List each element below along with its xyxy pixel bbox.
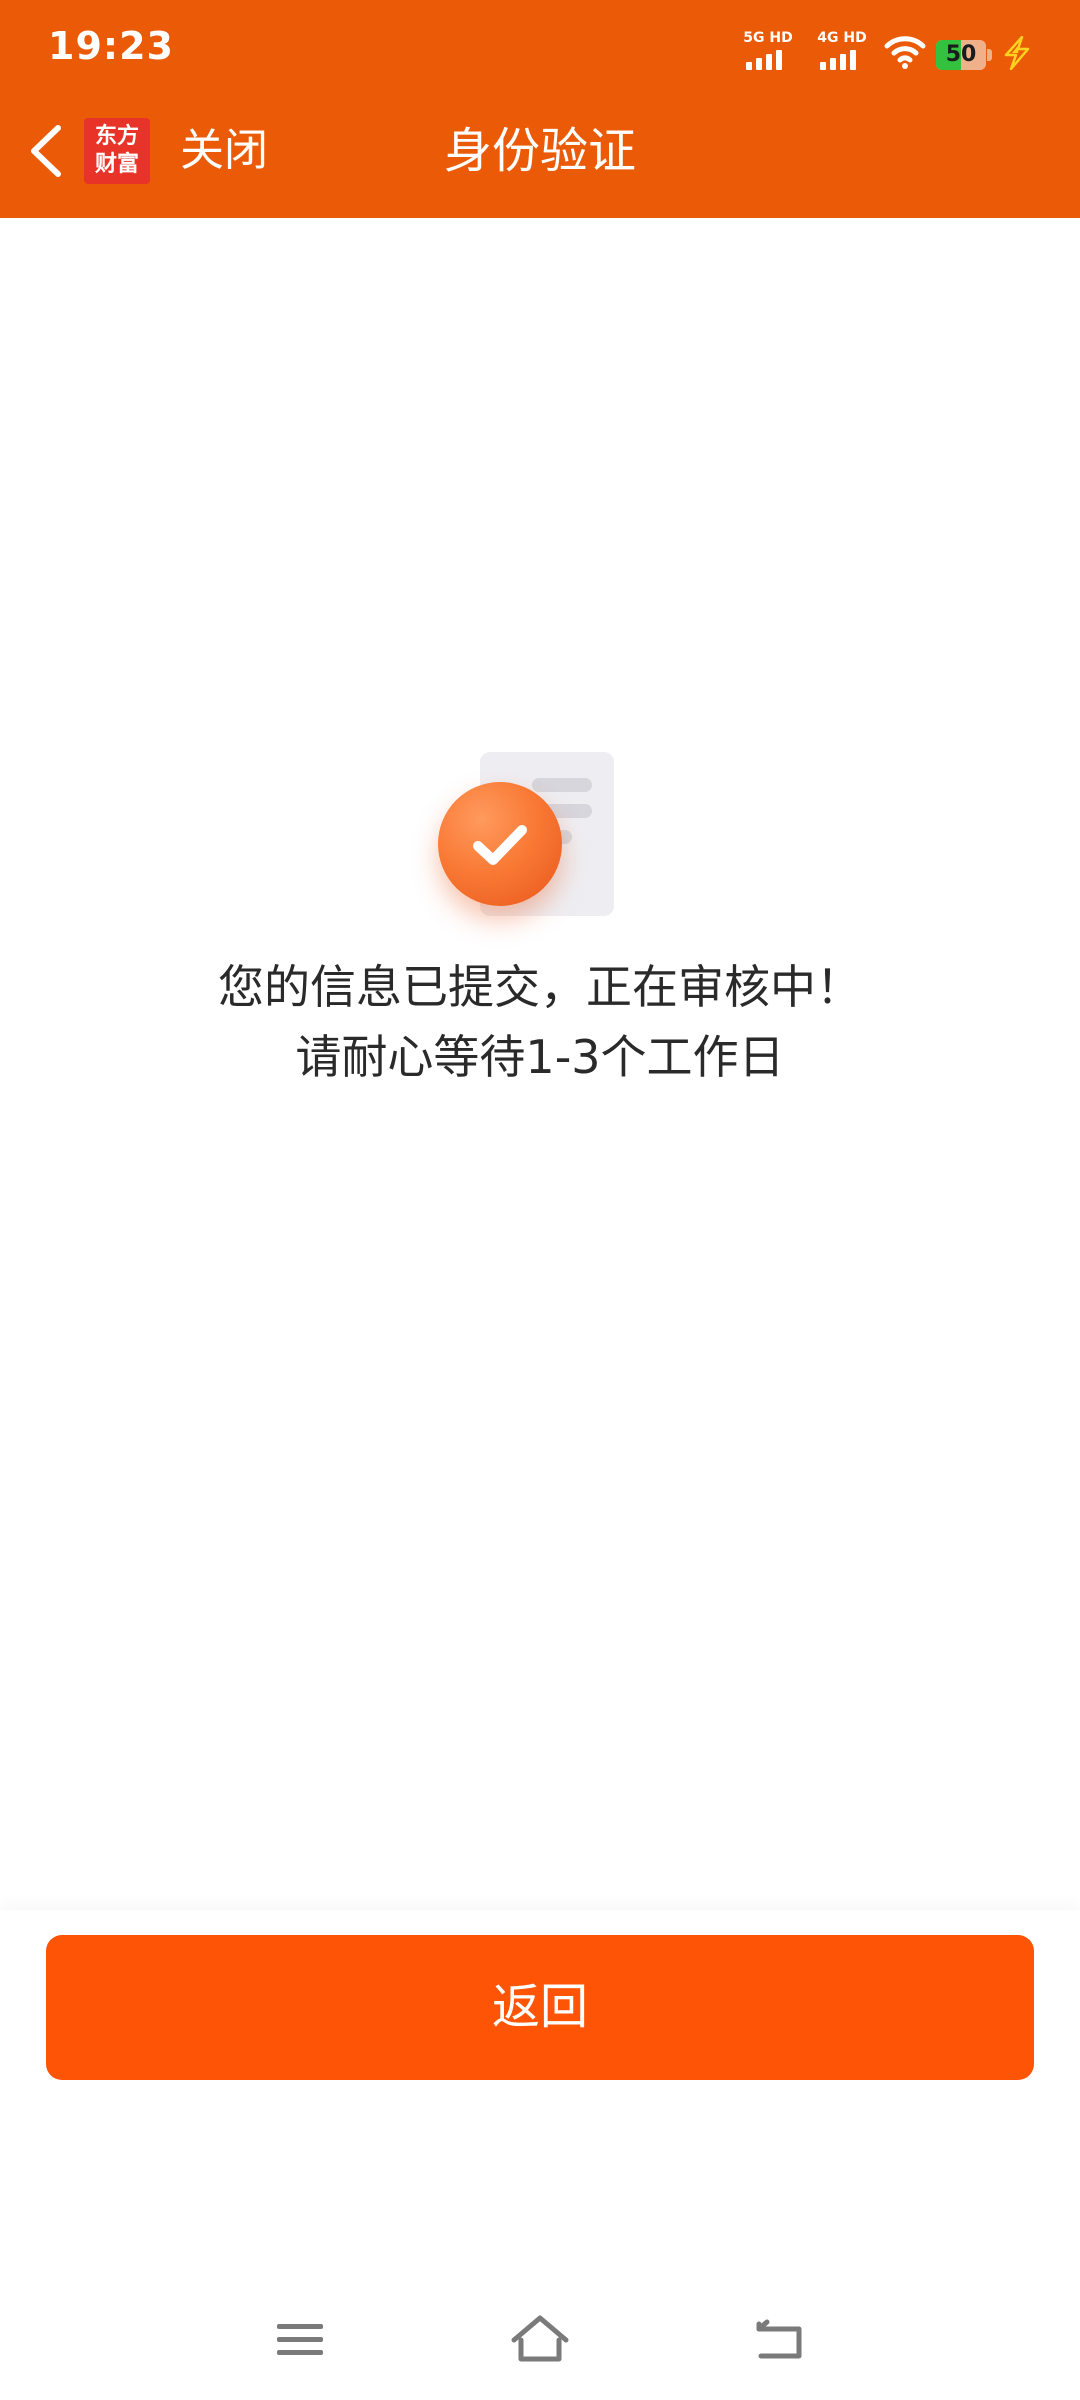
status-icons: 5G HD 4G HD 50 <box>736 28 1032 74</box>
menu-icon <box>277 2324 323 2355</box>
signal-label: 4G HD <box>817 30 867 46</box>
brand-logo: 东方 财富 <box>84 118 150 184</box>
checkmark-icon <box>473 825 527 865</box>
wifi-icon <box>884 36 926 69</box>
page-title: 身份验证 <box>443 123 636 179</box>
status-time: 19:23 <box>48 24 174 68</box>
app-header: 19:23 5G HD 4G HD 50 东方 财富 关闭 身份验证 <box>0 0 1080 218</box>
status-bar: 19:23 5G HD 4G HD 50 <box>0 0 1080 100</box>
nav-bar: 东方 财富 关闭 身份验证 <box>0 100 1080 218</box>
system-nav-bar <box>0 2290 1080 2380</box>
charging-icon <box>1004 36 1030 70</box>
message-line-2: 请耐心等待1-3个工作日 <box>295 1030 785 1084</box>
close-button[interactable]: 关闭 <box>180 124 268 178</box>
signal-icon: 4G HD <box>810 30 874 74</box>
back-button[interactable] <box>18 118 74 184</box>
chevron-left-icon <box>31 125 61 177</box>
check-document-icon <box>438 752 618 922</box>
home-icon <box>511 2315 569 2362</box>
battery-icon: 50 <box>936 40 992 70</box>
menu-button[interactable] <box>265 2310 335 2370</box>
battery-text: 50 <box>945 42 977 67</box>
message-line-1: 您的信息已提交，正在审核中！ <box>218 960 862 1014</box>
back-icon <box>756 2319 802 2359</box>
brand-logo-line1: 东方 <box>94 124 139 149</box>
signal-icon: 5G HD <box>736 30 800 74</box>
brand-logo-line2: 财富 <box>94 152 139 177</box>
return-button[interactable]: 返回 <box>46 1935 1034 2080</box>
status-message: 您的信息已提交，正在审核中！ 请耐心等待1-3个工作日 <box>0 952 1080 1092</box>
signal-label: 5G HD <box>743 30 793 46</box>
system-back-button[interactable] <box>745 2310 815 2370</box>
home-button[interactable] <box>505 2310 575 2370</box>
check-badge <box>438 782 562 906</box>
